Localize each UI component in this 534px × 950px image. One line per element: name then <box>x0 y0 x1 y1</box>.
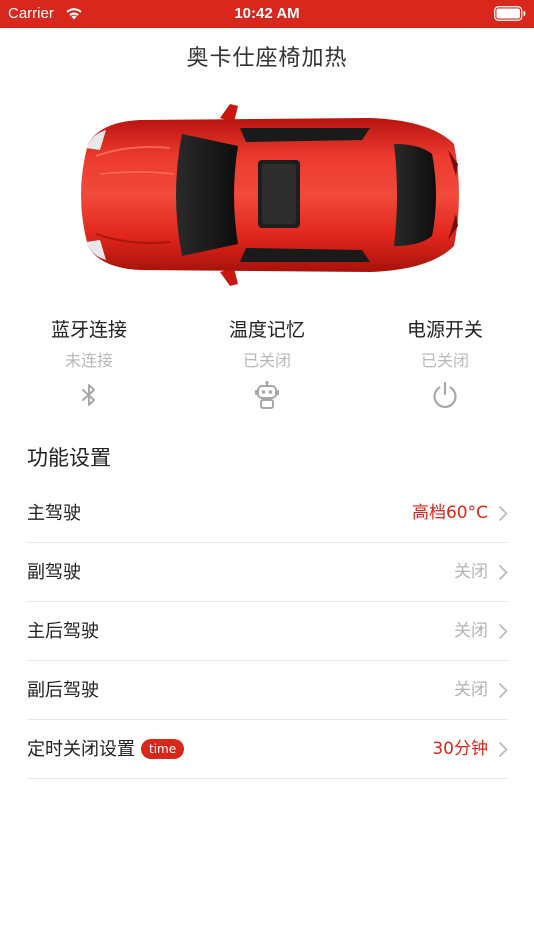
robot-icon[interactable] <box>252 380 282 410</box>
bluetooth-title: 蓝牙连接 <box>50 319 127 341</box>
settings-row-rear-driver[interactable]: 主后驾驶 关闭 <box>27 602 508 661</box>
chevron-right-icon <box>498 564 508 581</box>
row-value: 关闭 <box>454 680 488 700</box>
chevron-right-icon <box>498 505 508 522</box>
page-title: 奥卡仕座椅加热 <box>186 46 348 71</box>
row-value: 30分钟 <box>432 739 488 759</box>
temperature-memory-status: 已关闭 <box>242 351 291 370</box>
row-label: 副驾驶 <box>27 562 81 583</box>
settings-row-timer[interactable]: 定时关闭设置 time 30分钟 <box>27 720 508 779</box>
power-title: 电源开关 <box>406 319 483 341</box>
control-panel: 蓝牙连接 未连接 温度记忆 已关闭 电源开关 已关闭 <box>0 316 534 416</box>
battery-icon <box>494 6 526 21</box>
time-badge: time <box>141 739 185 759</box>
power-control[interactable]: 电源开关 已关闭 <box>356 316 534 410</box>
settings-row-driver[interactable]: 主驾驶 高档60°C <box>27 484 508 543</box>
settings-row-rear-passenger[interactable]: 副后驾驶 关闭 <box>27 661 508 720</box>
status-bar: Carrier 10:42 AM <box>0 0 534 28</box>
section-title: 功能设置 <box>27 446 111 470</box>
clock: 10:42 AM <box>234 5 300 22</box>
row-label: 主驾驶 <box>27 503 81 524</box>
power-status: 已关闭 <box>420 351 469 370</box>
bluetooth-icon[interactable] <box>74 380 104 410</box>
settings-list: 主驾驶 高档60°C 副驾驶 关闭 主后驾驶 关闭 副后驾驶 关闭 定时关闭设置… <box>27 484 508 779</box>
row-value: 关闭 <box>454 621 488 641</box>
bluetooth-control[interactable]: 蓝牙连接 未连接 <box>0 316 178 410</box>
temperature-memory-control[interactable]: 温度记忆 已关闭 <box>178 316 356 410</box>
row-label: 副后驾驶 <box>27 680 99 701</box>
bluetooth-status: 未连接 <box>64 351 113 370</box>
row-label: 定时关闭设置 time <box>27 720 185 779</box>
chevron-right-icon <box>498 741 508 758</box>
settings-row-passenger[interactable]: 副驾驶 关闭 <box>27 543 508 602</box>
car-image <box>81 104 459 286</box>
temperature-memory-title: 温度记忆 <box>228 319 305 341</box>
timer-label: 定时关闭设置 <box>27 739 135 760</box>
chevron-right-icon <box>498 623 508 640</box>
power-icon[interactable] <box>430 380 460 410</box>
chevron-right-icon <box>498 682 508 699</box>
row-label: 主后驾驶 <box>27 621 99 642</box>
row-value: 高档60°C <box>411 503 488 523</box>
row-value: 关闭 <box>454 562 488 582</box>
